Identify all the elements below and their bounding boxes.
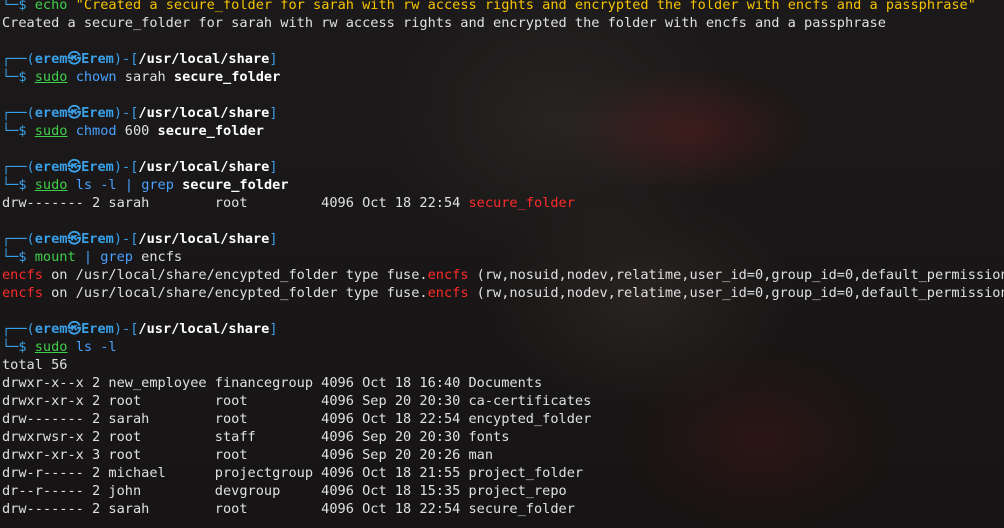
- command-echo: echo: [34, 0, 76, 13]
- listing-row: drwxr-x--x 2 new_employee financegroup 4…: [2, 375, 543, 391]
- listing-row: drw------- 2 sarah root 4096 Oct 18 22:5…: [2, 501, 575, 517]
- mount-output-line: encfs on /usr/local/share/encypted_folde…: [2, 267, 1004, 283]
- listing-row: drwxr-xr-x 2 root root 4096 Sep 20 20:30…: [2, 393, 592, 409]
- ls-grep-output: drw------- 2 sarah root 4096 Oct 18 22:5…: [2, 195, 575, 211]
- ls-total: total 56: [2, 357, 68, 373]
- echo-command-line: └─$ echo "Created a secure_folder for sa…: [2, 0, 1004, 14]
- chown-command-line: └─$ sudo chown sarah secure_folder: [2, 69, 281, 85]
- prompt-header: ┌──(erem㉿Erem)-[/usr/local/share]: [2, 231, 278, 247]
- listing-row: drw-r----- 2 michael projectgroup 4096 O…: [2, 465, 584, 481]
- prompt-corner: └─$: [2, 0, 35, 13]
- listing-row: dr--r----- 2 john devgroup 4096 Oct 18 1…: [2, 483, 567, 499]
- prompt-header: ┌──(erem㉿Erem)-[/usr/local/share]: [2, 105, 278, 121]
- ls-grep-command-line: └─$ sudo ls -l | grep secure_folder: [2, 177, 289, 193]
- prompt-header: ┌──(erem㉿Erem)-[/usr/local/share]: [2, 321, 278, 337]
- mount-output-line: encfs on /usr/local/share/encypted_folde…: [2, 285, 1004, 301]
- chmod-command-line: └─$ sudo chmod 600 secure_folder: [2, 123, 264, 139]
- echo-string: "Created a secure_folder for sarah with …: [75, 0, 976, 13]
- prompt-header: ┌──(erem㉿Erem)-[/usr/local/share]: [2, 159, 278, 175]
- echo-output: Created a secure_folder for sarah with r…: [2, 15, 886, 31]
- listing-row: drwxrwsr-x 2 root staff 4096 Sep 20 20:3…: [2, 429, 510, 445]
- ls-command-line: └─$ sudo ls -l: [2, 339, 117, 355]
- terminal-output[interactable]: └─$ echo "Created a secure_folder for sa…: [2, 0, 1004, 518]
- mount-command-line: └─$ mount | grep encfs: [2, 249, 183, 265]
- listing-row: drwxr-xr-x 3 root root 4096 Sep 20 20:26…: [2, 447, 494, 463]
- listing-row: drw------- 2 sarah root 4096 Oct 18 22:5…: [2, 411, 592, 427]
- prompt-header: ┌──(erem㉿Erem)-[/usr/local/share]: [2, 51, 278, 67]
